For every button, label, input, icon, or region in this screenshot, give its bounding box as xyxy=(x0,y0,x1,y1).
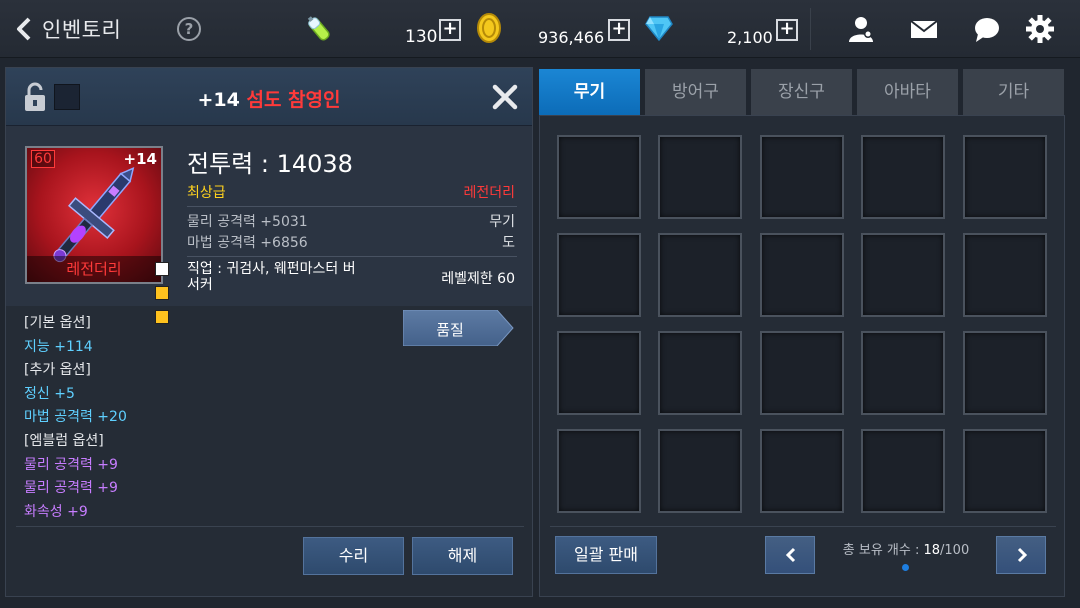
option-line: 물리 공격력 +9 xyxy=(24,456,118,473)
inventory-slot[interactable] xyxy=(861,135,945,219)
tab-etc[interactable]: 기타 xyxy=(963,69,1064,115)
socket-slot xyxy=(155,310,169,324)
item-count-current: 18 xyxy=(923,543,941,558)
diamond-count: 2,100 xyxy=(727,27,773,47)
inventory-slot[interactable] xyxy=(861,331,945,415)
option-line: 지능 +114 xyxy=(24,338,93,355)
divider xyxy=(16,526,524,527)
item-rarity-label: 레전더리 xyxy=(27,256,161,282)
quality-label: 품질 xyxy=(436,321,464,339)
item-enhance: +14 xyxy=(123,150,157,168)
prev-page-button[interactable] xyxy=(765,536,815,574)
inventory-slot[interactable] xyxy=(658,135,742,219)
potion-count: 130 xyxy=(405,27,438,47)
chevron-right-icon xyxy=(1017,547,1028,563)
item-detail-header: +14 섬도 참영인 xyxy=(6,68,532,126)
inventory-slot[interactable] xyxy=(658,233,742,317)
item-image[interactable]: 60 +14 레전더리 xyxy=(25,146,163,284)
level-requirement: 레벨제한 60 xyxy=(441,271,515,287)
inventory-slot[interactable] xyxy=(861,429,945,513)
tab-accessory[interactable]: 장신구 xyxy=(751,69,852,115)
item-title: +14 섬도 참영인 xyxy=(6,85,532,112)
quality-button[interactable]: 품질 xyxy=(403,310,515,346)
diamond-icon xyxy=(645,16,673,41)
top-bar: 인벤토리 ? 130 + 936,466 + 2,100 + xyxy=(0,0,1080,58)
item-info-box: 60 +14 레전더리 전투력 : 14038 최상급 레전더리 물리 공격력 … xyxy=(6,126,532,324)
item-count-max: /100 xyxy=(940,543,970,558)
page-indicator-dot xyxy=(902,564,909,571)
add-potion-button[interactable]: + xyxy=(439,19,461,41)
help-icon[interactable]: ? xyxy=(177,17,201,41)
inventory-slot[interactable] xyxy=(658,429,742,513)
next-page-button[interactable] xyxy=(996,536,1046,574)
socket-slot xyxy=(155,262,169,276)
option-line: [엠블럼 옵션] xyxy=(24,432,104,449)
chevron-left-icon xyxy=(17,17,31,41)
option-line: [추가 옵션] xyxy=(24,362,91,379)
inventory-slot[interactable] xyxy=(557,331,641,415)
socket-slot xyxy=(155,286,169,300)
tab-armor[interactable]: 방어구 xyxy=(645,69,746,115)
inventory-slot[interactable] xyxy=(760,233,844,317)
inventory-panel: 일괄 판매 총 보유 개수 : 18/100 xyxy=(539,115,1065,597)
item-count: 총 보유 개수 : 18/100 xyxy=(841,539,971,558)
inventory-slot[interactable] xyxy=(557,233,641,317)
inventory-slot[interactable] xyxy=(963,135,1047,219)
add-gold-button[interactable]: + xyxy=(608,19,630,41)
gold-coin-icon xyxy=(477,13,501,43)
inventory-slot[interactable] xyxy=(861,233,945,317)
page-title: 인벤토리 xyxy=(42,18,122,42)
item-type: 무기 xyxy=(489,214,515,230)
gold-count: 936,466 xyxy=(538,27,605,47)
combat-power: 전투력 : 14038 xyxy=(187,150,353,178)
back-button[interactable]: 인벤토리 xyxy=(14,14,121,44)
inventory-slot[interactable] xyxy=(760,135,844,219)
item-count-label: 총 보유 개수 : xyxy=(842,543,920,558)
inventory-slot[interactable] xyxy=(963,429,1047,513)
tab-avatar[interactable]: 아바타 xyxy=(857,69,958,115)
divider xyxy=(187,256,517,257)
item-name: 섬도 참영인 xyxy=(246,89,341,111)
item-rarity: 레전더리 xyxy=(463,185,515,201)
item-detail-panel: +14 섬도 참영인 60 +14 레전더리 전투력: 14038 최상급 레… xyxy=(5,67,533,597)
divider xyxy=(187,206,517,207)
close-icon[interactable] xyxy=(490,82,520,112)
option-line: 물리 공격력 +9 xyxy=(24,480,118,497)
chat-icon[interactable] xyxy=(972,14,1002,44)
inventory-slot[interactable] xyxy=(557,135,641,219)
option-line: 정신 +5 xyxy=(24,385,75,402)
item-enhance-prefix: +14 xyxy=(197,89,240,111)
divider xyxy=(550,526,1056,527)
divider xyxy=(810,8,811,50)
option-line: 마법 공격력 +20 xyxy=(24,409,127,426)
friends-icon[interactable] xyxy=(846,14,876,44)
item-options: [기본 옵션] 지능 +114 [추가 옵션] 정신 +5 마법 공격력 +20… xyxy=(24,312,127,524)
add-diamond-button[interactable]: + xyxy=(776,19,798,41)
inventory-slot[interactable] xyxy=(963,233,1047,317)
tab-weapon[interactable]: 무기 xyxy=(539,69,640,115)
inventory-slot[interactable] xyxy=(557,429,641,513)
item-level: 60 xyxy=(31,150,55,168)
option-line: 화속성 +9 xyxy=(24,503,88,520)
inventory-slot[interactable] xyxy=(760,331,844,415)
inventory-slot[interactable] xyxy=(658,331,742,415)
inventory-slot[interactable] xyxy=(963,331,1047,415)
unequip-button[interactable]: 해제 xyxy=(412,537,513,575)
inventory-tabs: 무기 방어구 장신구 아바타 기타 xyxy=(539,69,1065,115)
settings-gear-icon[interactable] xyxy=(1025,14,1055,44)
inventory-slot[interactable] xyxy=(760,429,844,513)
item-subtype: 도 xyxy=(502,235,515,251)
bulk-sell-button[interactable]: 일괄 판매 xyxy=(555,536,657,574)
repair-button[interactable]: 수리 xyxy=(303,537,404,575)
chevron-left-icon xyxy=(785,547,796,563)
mail-icon[interactable] xyxy=(909,14,939,44)
potion-icon xyxy=(307,16,330,41)
option-line: [기본 옵션] xyxy=(24,315,91,331)
